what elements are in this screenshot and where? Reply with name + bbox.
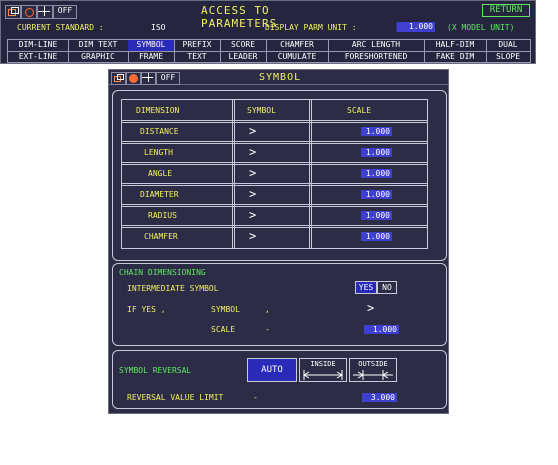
intermediate-yes-button[interactable]: YES <box>355 281 377 294</box>
display-parm-value-field[interactable]: 1.000 <box>387 22 435 32</box>
copy-window-icon[interactable] <box>111 72 126 85</box>
display-parm-label: DISPLAY PARM UNIT : <box>265 23 357 32</box>
inside-label: INSIDE <box>310 360 336 368</box>
angle-scale-field[interactable]: 1.000 <box>348 169 392 178</box>
chain-symbol-separator: , <box>265 305 270 314</box>
chain-section-title: CHAIN DIMENSIONING <box>119 268 206 277</box>
reversal-auto-button[interactable]: AUTO <box>247 358 297 382</box>
length-symbol-button[interactable]: > <box>249 145 256 159</box>
table-row: CHAMFER <box>121 225 235 249</box>
row-label-radius: RADIUS <box>148 211 177 220</box>
inside-arrows-icon <box>303 370 343 380</box>
outside-arrows-icon <box>353 370 393 380</box>
reversal-limit-separator: - <box>253 393 258 402</box>
header-scale: SCALE <box>347 106 372 115</box>
current-standard-label: CURRENT STANDARD : <box>17 23 104 32</box>
panel-title-bar: OFF SYMBOL <box>109 70 448 85</box>
chain-scale-field[interactable]: 1.000 <box>349 325 399 334</box>
panel-title: SYMBOL <box>259 72 302 83</box>
model-unit-label: (X MODEL UNIT) <box>447 23 515 32</box>
return-button[interactable]: RETURN <box>482 4 530 17</box>
diameter-scale-field[interactable]: 1.000 <box>348 190 392 199</box>
radius-symbol-button[interactable]: > <box>249 208 256 222</box>
tab-graphic[interactable]: GRAPHIC <box>68 52 129 63</box>
row-label-length: LENGTH <box>144 148 173 157</box>
row-label-diameter: DIAMETER <box>140 190 179 199</box>
radius-scale-field[interactable]: 1.000 <box>348 211 392 220</box>
reversal-limit-label: REVERSAL VALUE LIMIT <box>127 393 224 402</box>
grid-toggle-icon[interactable] <box>141 72 156 85</box>
diameter-symbol-button[interactable]: > <box>249 187 256 201</box>
current-standard-value: ISO <box>151 23 166 32</box>
parameters-header-bar: OFF ACCESS TO PARAMETERS RETURN CURRENT … <box>0 0 536 64</box>
chamfer-symbol-button[interactable]: > <box>249 229 256 243</box>
tab-foreshortened[interactable]: FORESHORTENED <box>328 52 425 63</box>
intermediate-symbol-label: INTERMEDIATE SYMBOL <box>127 284 219 293</box>
tab-cumulate[interactable]: CUMULATE <box>266 52 329 63</box>
tab-frame[interactable]: FRAME <box>128 52 175 63</box>
tab-arc-length[interactable]: ARC LENGTH <box>328 40 425 51</box>
row-label-angle: ANGLE <box>148 169 173 178</box>
row-label-chamfer: CHAMFER <box>144 232 178 241</box>
tab-fake-dim[interactable]: FAKE DIM <box>424 52 487 63</box>
chamfer-scale-field[interactable]: 1.000 <box>348 232 392 241</box>
tab-dual[interactable]: DUAL <box>486 40 530 51</box>
tab-symbol[interactable]: SYMBOL <box>128 40 175 51</box>
reversal-limit-field[interactable]: 3.000 <box>347 393 397 402</box>
distance-symbol-button[interactable]: > <box>249 124 256 138</box>
target-icon[interactable] <box>21 5 37 19</box>
reversal-outside-button[interactable]: OUTSIDE <box>349 358 397 382</box>
distance-scale-field[interactable]: 1.000 <box>348 127 392 136</box>
reversal-inside-button[interactable]: INSIDE <box>299 358 347 382</box>
tab-prefix[interactable]: PREFIX <box>174 40 221 51</box>
tab-leader[interactable]: LEADER <box>220 52 267 63</box>
symbol-reversal-section: SYMBOL REVERSAL AUTO INSIDE OUTSIDE REVE… <box>112 350 447 409</box>
row-label-distance: DISTANCE <box>140 127 179 136</box>
header-symbol: SYMBOL <box>247 106 276 115</box>
outside-label: OUTSIDE <box>358 360 388 368</box>
grid-toggle-icon[interactable] <box>37 5 53 19</box>
chain-symbol-label: SYMBOL <box>211 305 240 314</box>
tab-text[interactable]: TEXT <box>174 52 221 63</box>
tab-dim-line[interactable]: DIM-LINE <box>8 40 69 51</box>
tab-half-dim[interactable]: HALF-DIM <box>424 40 487 51</box>
chain-dimensioning-section: CHAIN DIMENSIONING INTERMEDIATE SYMBOL Y… <box>112 263 447 346</box>
off-toggle-button[interactable]: OFF <box>53 5 77 19</box>
length-scale-field[interactable]: 1.000 <box>348 148 392 157</box>
tab-ext-line[interactable]: EXT-LINE <box>8 52 69 63</box>
header-dimension: DIMENSION <box>136 106 180 115</box>
symbol-reversal-title: SYMBOL REVERSAL <box>119 366 192 375</box>
if-yes-label: IF YES , <box>127 305 166 314</box>
parameter-tabs: DIM-LINE DIM TEXT SYMBOL PREFIX SCORE CH… <box>7 39 531 63</box>
chain-scale-label: SCALE <box>211 325 236 334</box>
angle-symbol-button[interactable]: > <box>249 166 256 180</box>
tab-dim-text[interactable]: DIM TEXT <box>68 40 129 51</box>
tab-slope[interactable]: SLOPE <box>486 52 530 63</box>
tab-score[interactable]: SCORE <box>220 40 267 51</box>
intermediate-no-button[interactable]: NO <box>377 281 397 294</box>
symbol-table-section: DIMENSION SYMBOL SCALE DISTANCE > 1.000 … <box>112 90 447 261</box>
tab-chamfer[interactable]: CHAMFER <box>266 40 329 51</box>
off-toggle-button[interactable]: OFF <box>156 72 180 85</box>
copy-window-icon[interactable] <box>5 5 21 19</box>
symbol-panel: OFF SYMBOL DIMENSION SYMBOL SCALE DISTAN… <box>108 69 449 414</box>
chain-scale-separator: - <box>265 325 270 334</box>
chain-symbol-button[interactable]: > <box>367 301 374 315</box>
target-icon[interactable] <box>126 72 141 85</box>
